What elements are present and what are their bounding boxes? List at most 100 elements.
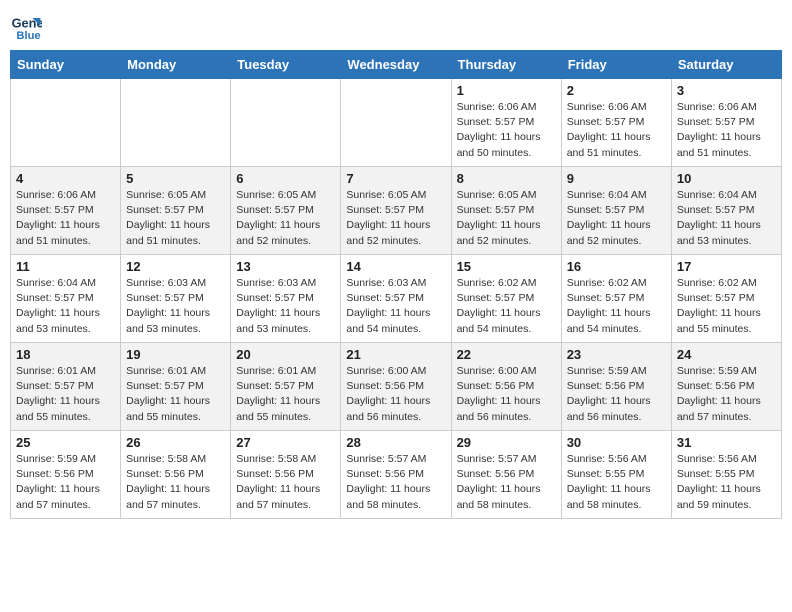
day-cell: 26Sunrise: 5:58 AMSunset: 5:56 PMDayligh…	[121, 431, 231, 519]
day-cell: 14 Sunrise: 6:03 AMSunset: 5:57 PMDayligh…	[341, 255, 451, 343]
day-info: Sunrise: 6:02 AMSunset: 5:57 PMDaylight:…	[567, 276, 666, 337]
svg-text:General: General	[12, 16, 42, 31]
day-info: Sunrise: 6:06 AMSunset: 5:57 PMDaylight:…	[16, 188, 115, 249]
day-number: 27	[236, 435, 335, 450]
day-info: Sunrise: 6:05 AMSunset: 5:57 PMDaylight:…	[236, 188, 335, 249]
day-number: 11	[16, 259, 115, 274]
day-info: Sunrise: 6:03 AMSunset: 5:57 PMDaylight:…	[126, 276, 225, 337]
day-info: Sunrise: 6:04 AMSunset: 5:57 PMDaylight:…	[677, 188, 776, 249]
day-cell	[11, 79, 121, 167]
day-info: Sunrise: 6:00 AMSunset: 5:56 PMDaylight:…	[346, 364, 445, 425]
day-number: 20	[236, 347, 335, 362]
day-number: 28	[346, 435, 445, 450]
day-info: Sunrise: 6:01 AMSunset: 5:57 PMDaylight:…	[16, 364, 115, 425]
day-info: Sunrise: 6:06 AMSunset: 5:57 PMDaylight:…	[457, 100, 556, 161]
day-info: Sunrise: 6:03 AMSunset: 5:57 PMDaylight:…	[346, 276, 445, 337]
day-number: 30	[567, 435, 666, 450]
day-cell: 20 Sunrise: 6:01 AMSunset: 5:57 PMDayligh…	[231, 343, 341, 431]
day-cell: 12 Sunrise: 6:03 AMSunset: 5:57 PMDayligh…	[121, 255, 231, 343]
day-cell: 15 Sunrise: 6:02 AMSunset: 5:57 PMDayligh…	[451, 255, 561, 343]
day-number: 9	[567, 171, 666, 186]
day-number: 31	[677, 435, 776, 450]
day-number: 8	[457, 171, 556, 186]
week-row-5: 25 Sunrise: 5:59 AMSunset: 5:56 PMDayligh…	[11, 431, 782, 519]
day-cell: 21 Sunrise: 6:00 AMSunset: 5:56 PMDayligh…	[341, 343, 451, 431]
day-info: Sunrise: 6:03 AMSunset: 5:57 PMDaylight:…	[236, 276, 335, 337]
week-row-2: 4 Sunrise: 6:06 AMSunset: 5:57 PMDaylight…	[11, 167, 782, 255]
day-info: Sunrise: 6:05 AMSunset: 5:57 PMDaylight:…	[457, 188, 556, 249]
day-number: 25	[16, 435, 115, 450]
day-number: 10	[677, 171, 776, 186]
weekday-header-thursday: Thursday	[451, 51, 561, 79]
day-info: Sunrise: 5:59 AMSunset: 5:56 PMDaylight:…	[567, 364, 666, 425]
day-cell: 9 Sunrise: 6:04 AMSunset: 5:57 PMDaylight…	[561, 167, 671, 255]
day-number: 2	[567, 83, 666, 98]
day-cell: 19Sunrise: 6:01 AMSunset: 5:57 PMDayligh…	[121, 343, 231, 431]
day-info: Sunrise: 6:00 AMSunset: 5:56 PMDaylight:…	[457, 364, 556, 425]
day-cell: 23 Sunrise: 5:59 AMSunset: 5:56 PMDayligh…	[561, 343, 671, 431]
calendar-table: SundayMondayTuesdayWednesdayThursdayFrid…	[10, 50, 782, 519]
week-row-3: 11 Sunrise: 6:04 AMSunset: 5:57 PMDayligh…	[11, 255, 782, 343]
week-row-1: 1 Sunrise: 6:06 AMSunset: 5:57 PMDaylight…	[11, 79, 782, 167]
day-cell	[231, 79, 341, 167]
day-info: Sunrise: 6:02 AMSunset: 5:57 PMDaylight:…	[457, 276, 556, 337]
day-cell: 2 Sunrise: 6:06 AMSunset: 5:57 PMDaylight…	[561, 79, 671, 167]
weekday-header-tuesday: Tuesday	[231, 51, 341, 79]
day-cell: 8 Sunrise: 6:05 AMSunset: 5:57 PMDaylight…	[451, 167, 561, 255]
day-info: Sunrise: 5:56 AMSunset: 5:55 PMDaylight:…	[677, 452, 776, 513]
day-cell: 13 Sunrise: 6:03 AMSunset: 5:57 PMDayligh…	[231, 255, 341, 343]
day-info: Sunrise: 5:59 AMSunset: 5:56 PMDaylight:…	[677, 364, 776, 425]
day-number: 18	[16, 347, 115, 362]
day-cell: 31 Sunrise: 5:56 AMSunset: 5:55 PMDayligh…	[671, 431, 781, 519]
day-number: 12	[126, 259, 225, 274]
day-cell: 22 Sunrise: 6:00 AMSunset: 5:56 PMDayligh…	[451, 343, 561, 431]
svg-text:Blue: Blue	[16, 30, 40, 42]
day-cell: 10 Sunrise: 6:04 AMSunset: 5:57 PMDayligh…	[671, 167, 781, 255]
day-number: 4	[16, 171, 115, 186]
day-number: 26	[126, 435, 225, 450]
day-cell: 1 Sunrise: 6:06 AMSunset: 5:57 PMDaylight…	[451, 79, 561, 167]
day-number: 14	[346, 259, 445, 274]
logo-icon: General Blue	[10, 10, 42, 42]
day-info: Sunrise: 6:02 AMSunset: 5:57 PMDaylight:…	[677, 276, 776, 337]
day-number: 21	[346, 347, 445, 362]
day-number: 24	[677, 347, 776, 362]
day-number: 5	[126, 171, 225, 186]
day-cell: 4 Sunrise: 6:06 AMSunset: 5:57 PMDaylight…	[11, 167, 121, 255]
day-info: Sunrise: 6:01 AMSunset: 5:57 PMDaylight:…	[236, 364, 335, 425]
day-info: Sunrise: 6:04 AMSunset: 5:57 PMDaylight:…	[16, 276, 115, 337]
day-number: 22	[457, 347, 556, 362]
day-cell: 5Sunrise: 6:05 AMSunset: 5:57 PMDaylight…	[121, 167, 231, 255]
day-cell: 24 Sunrise: 5:59 AMSunset: 5:56 PMDayligh…	[671, 343, 781, 431]
day-number: 13	[236, 259, 335, 274]
day-number: 19	[126, 347, 225, 362]
day-number: 16	[567, 259, 666, 274]
day-cell: 18 Sunrise: 6:01 AMSunset: 5:57 PMDayligh…	[11, 343, 121, 431]
day-number: 3	[677, 83, 776, 98]
day-info: Sunrise: 5:57 AMSunset: 5:56 PMDaylight:…	[346, 452, 445, 513]
day-info: Sunrise: 5:58 AMSunset: 5:56 PMDaylight:…	[236, 452, 335, 513]
day-number: 17	[677, 259, 776, 274]
weekday-header-friday: Friday	[561, 51, 671, 79]
weekday-header-monday: Monday	[121, 51, 231, 79]
day-cell: 16 Sunrise: 6:02 AMSunset: 5:57 PMDayligh…	[561, 255, 671, 343]
day-info: Sunrise: 5:59 AMSunset: 5:56 PMDaylight:…	[16, 452, 115, 513]
logo: General Blue	[10, 10, 42, 42]
day-cell: 6 Sunrise: 6:05 AMSunset: 5:57 PMDaylight…	[231, 167, 341, 255]
day-info: Sunrise: 5:57 AMSunset: 5:56 PMDaylight:…	[457, 452, 556, 513]
day-number: 6	[236, 171, 335, 186]
day-cell: 7Sunrise: 6:05 AMSunset: 5:57 PMDaylight…	[341, 167, 451, 255]
weekday-header-row: SundayMondayTuesdayWednesdayThursdayFrid…	[11, 51, 782, 79]
day-cell	[341, 79, 451, 167]
day-number: 1	[457, 83, 556, 98]
day-cell: 28 Sunrise: 5:57 AMSunset: 5:56 PMDayligh…	[341, 431, 451, 519]
day-info: Sunrise: 6:06 AMSunset: 5:57 PMDaylight:…	[567, 100, 666, 161]
day-info: Sunrise: 6:04 AMSunset: 5:57 PMDaylight:…	[567, 188, 666, 249]
day-cell	[121, 79, 231, 167]
day-number: 15	[457, 259, 556, 274]
day-cell: 30Sunrise: 5:56 AMSunset: 5:55 PMDayligh…	[561, 431, 671, 519]
day-cell: 11 Sunrise: 6:04 AMSunset: 5:57 PMDayligh…	[11, 255, 121, 343]
day-cell: 17 Sunrise: 6:02 AMSunset: 5:57 PMDayligh…	[671, 255, 781, 343]
day-number: 23	[567, 347, 666, 362]
weekday-header-saturday: Saturday	[671, 51, 781, 79]
